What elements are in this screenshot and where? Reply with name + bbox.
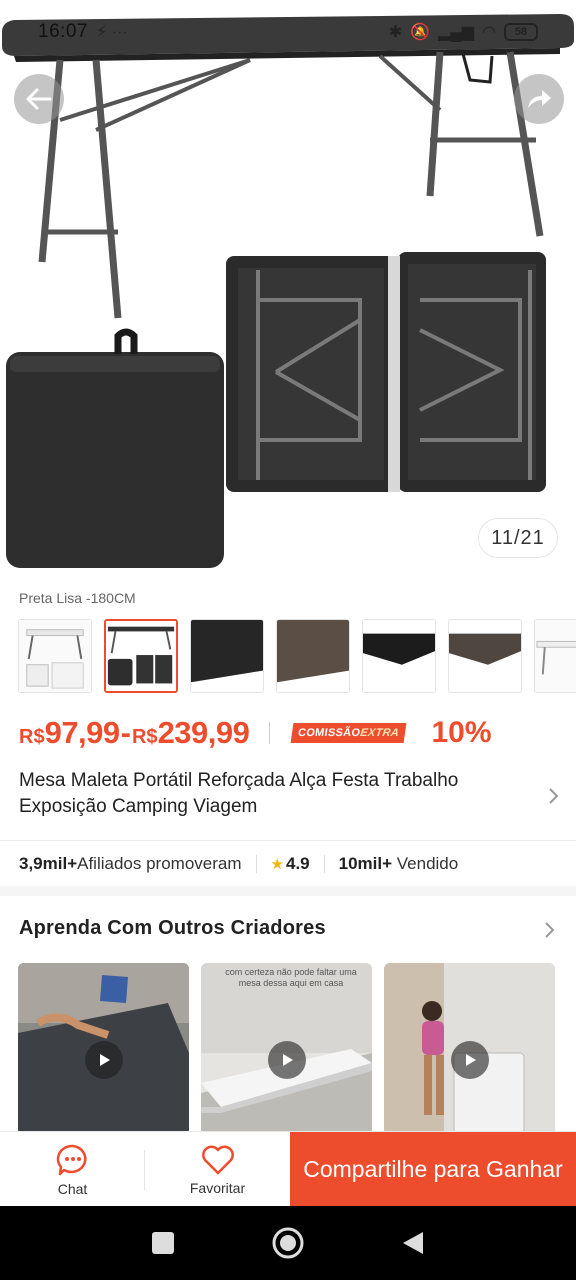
commission-badge-main: COMISSÃO — [297, 727, 362, 739]
circle-icon — [272, 1227, 304, 1259]
product-title: Mesa Maleta Portátil Reforçada Alça Fest… — [19, 770, 459, 817]
section-separator — [0, 886, 576, 896]
video-caption: com certeza não pode faltar uma mesa des… — [225, 967, 357, 988]
play-icon — [465, 1054, 476, 1066]
triangle-back-icon — [403, 1232, 424, 1254]
system-back-button[interactable] — [388, 1218, 438, 1268]
arrow-left-icon — [26, 88, 52, 110]
affiliates-count: 3,9mil+ — [19, 854, 78, 873]
play-button[interactable] — [84, 1041, 123, 1079]
commission-percent: 10% — [431, 716, 492, 749]
video-card[interactable] — [18, 963, 189, 1135]
video-card[interactable]: com certeza não pode faltar uma mesa des… — [201, 963, 372, 1135]
divider — [0, 840, 576, 841]
currency-symbol: R$ — [131, 726, 158, 748]
share-icon — [528, 90, 551, 108]
thumbnail-white-table-partial[interactable] — [534, 619, 576, 693]
product-image — [2, 14, 574, 568]
commission-badge: COMISSÃO EXTRA — [290, 723, 407, 743]
thumbnail-black-table-open[interactable] — [104, 619, 178, 693]
chat-button[interactable]: Chat — [0, 1132, 145, 1207]
back-button[interactable] — [14, 74, 64, 124]
status-notification-icons: ⚡ ··· — [96, 24, 128, 41]
price-range: R$ 97,99 - R$ 239,99 — [19, 715, 250, 751]
bottom-action-bar: Chat Favoritar Compartilhe para Ganhar — [0, 1131, 576, 1206]
product-image-gallery[interactable]: 16:07 ⚡ ··· ✱ 🔕 ▂▄▆ ◠ 58 11/21 — [0, 0, 576, 585]
image-counter: 11/21 — [478, 518, 558, 558]
share-to-earn-button[interactable]: Compartilhe para Ganhar — [290, 1132, 576, 1206]
status-bar: 16:07 ⚡ ··· ✱ 🔕 ▂▄▆ ◠ 58 — [0, 16, 576, 48]
sold-count: 10mil+ — [338, 854, 393, 873]
mute-icon: 🔕 — [410, 24, 431, 41]
product-title-row[interactable]: Mesa Maleta Portátil Reforçada Alça Fest… — [19, 768, 564, 828]
wifi-icon: ◠ — [482, 24, 496, 41]
divider — [269, 722, 271, 744]
divider — [323, 855, 325, 873]
price-max: 239,99 — [157, 715, 250, 750]
bluetooth-icon: ✱ — [388, 24, 403, 41]
status-right-icons: ✱ 🔕 ▂▄▆ ◠ 58 — [389, 22, 538, 42]
thumbnail-black-texture[interactable] — [190, 619, 264, 693]
learn-section-title[interactable]: Aprenda Com Outros Criadores — [19, 917, 326, 940]
thumbnail-brown-texture[interactable] — [276, 619, 350, 693]
product-stats: 3,9mil+ Afiliados promoveram ★ 4.9 10mil… — [19, 850, 458, 878]
play-icon — [282, 1054, 293, 1066]
home-button[interactable] — [263, 1218, 313, 1268]
battery-icon: 58 — [504, 23, 538, 41]
thumbnail-black-surface[interactable] — [362, 619, 436, 693]
play-button[interactable] — [267, 1041, 306, 1079]
currency-symbol: R$ — [19, 726, 45, 748]
status-time: 16:07 — [38, 21, 89, 42]
price-separator: - — [120, 715, 131, 750]
chevron-right-icon[interactable] — [544, 920, 556, 940]
favorite-label: Favoritar — [189, 1179, 246, 1196]
sold-label: Vendido — [396, 854, 459, 873]
signal-icon: ▂▄▆ — [438, 24, 475, 41]
square-icon — [151, 1232, 174, 1254]
star-icon: ★ — [270, 856, 284, 873]
play-button[interactable] — [450, 1041, 489, 1079]
rating-value: 4.9 — [285, 854, 310, 873]
divider — [255, 855, 257, 873]
thumbnail-white-table[interactable] — [18, 619, 92, 693]
affiliates-label: Afiliados promoveram — [77, 854, 242, 873]
video-card[interactable] — [384, 963, 555, 1135]
variant-thumbnails — [18, 619, 576, 695]
chevron-right-icon — [549, 788, 559, 804]
price-min: 97,99 — [44, 715, 121, 750]
creator-videos: com certeza não pode faltar uma mesa des… — [18, 963, 576, 1135]
price-row: R$ 97,99 - R$ 239,99 COMISSÃO EXTRA 10% — [19, 708, 559, 758]
thumbnail-brown-surface[interactable] — [448, 619, 522, 693]
favorite-button[interactable]: Favoritar — [145, 1132, 290, 1207]
chat-label: Chat — [57, 1180, 88, 1197]
system-navigation-bar — [0, 1206, 576, 1280]
play-icon — [99, 1054, 110, 1066]
commission-badge-extra: EXTRA — [359, 727, 401, 739]
chat-icon — [56, 1144, 87, 1175]
variant-label: Preta Lisa -180CM — [19, 590, 136, 606]
recent-apps-button[interactable] — [138, 1218, 188, 1268]
share-button[interactable] — [514, 74, 564, 124]
heart-icon — [201, 1145, 234, 1174]
